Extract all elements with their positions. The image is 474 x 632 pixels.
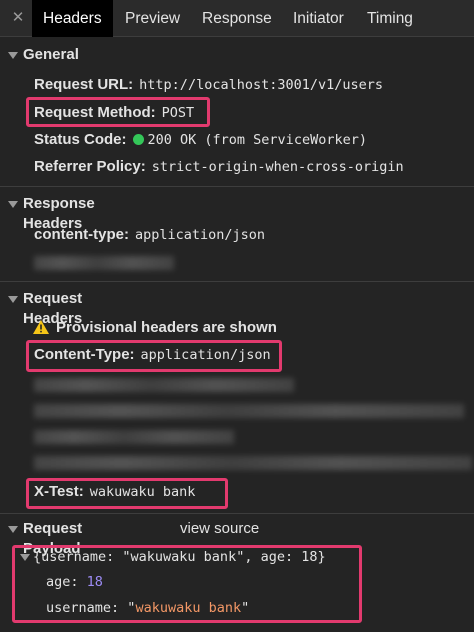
section-divider (0, 281, 474, 282)
status-ok-icon (132, 134, 144, 145)
triangle-down-icon[interactable] (8, 201, 18, 208)
tab-timing[interactable]: Timing (356, 0, 424, 37)
redacted-header (34, 404, 464, 418)
header-key: Status Code: (34, 131, 127, 148)
triangle-down-icon[interactable] (8, 52, 18, 59)
payload-key: username: (46, 600, 120, 616)
close-icon[interactable]: ✕ (6, 6, 30, 30)
highlight-box-content-type (26, 340, 282, 372)
request-url-row: Request URL: http://localhost:3001/v1/use… (34, 75, 383, 95)
payload-summary[interactable]: {username: "wakuwaku bank", age: 18} (33, 547, 326, 567)
redacted-header (34, 430, 234, 444)
highlight-box-method (26, 97, 210, 127)
triangle-down-icon[interactable] (20, 554, 30, 561)
payload-string-text: wakuwaku bank (135, 600, 242, 616)
provisional-headers-notice: Provisional headers are shown (56, 319, 277, 336)
header-key: content-type: (34, 226, 129, 243)
redacted-header (34, 456, 472, 470)
view-source-link[interactable]: view source (180, 519, 259, 539)
tab-headers[interactable]: Headers (32, 0, 113, 37)
section-divider (0, 513, 474, 514)
referrer-policy-row: Referrer Policy: strict-origin-when-cross… (34, 157, 404, 177)
quote-close: " (241, 600, 250, 616)
header-key: Referrer Policy: (34, 158, 146, 175)
payload-username-row: username: "wakuwaku bank" (46, 598, 249, 618)
section-title: General (23, 46, 79, 63)
response-content-type-row: content-type: application/json (34, 225, 265, 245)
tab-preview[interactable]: Preview (114, 0, 191, 37)
highlight-box-x-test (26, 478, 228, 509)
section-divider (0, 186, 474, 187)
header-key: Request URL: (34, 76, 134, 93)
redacted-header (34, 378, 294, 392)
payload-string-value: "wakuwaku bank" (127, 600, 249, 616)
header-value: http://localhost:3001/v1/users (139, 77, 384, 93)
warning-icon (33, 320, 49, 334)
header-value: 200 OK (from ServiceWorker) (147, 132, 367, 148)
triangle-down-icon[interactable] (8, 296, 18, 303)
payload-age-row: age: 18 (46, 572, 103, 592)
payload-key: age: (46, 574, 79, 590)
devtools-tab-bar: ✕ Headers Preview Response Initiator Tim… (0, 0, 474, 37)
triangle-down-icon[interactable] (8, 526, 18, 533)
tab-initiator[interactable]: Initiator (282, 0, 355, 37)
tab-response[interactable]: Response (191, 0, 283, 37)
redacted-header (34, 256, 174, 270)
payload-number-value: 18 (86, 574, 103, 590)
header-value: strict-origin-when-cross-origin (151, 159, 404, 175)
status-code-row: Status Code: 200 OK (from ServiceWorker) (34, 130, 367, 150)
header-value: application/json (135, 227, 266, 243)
